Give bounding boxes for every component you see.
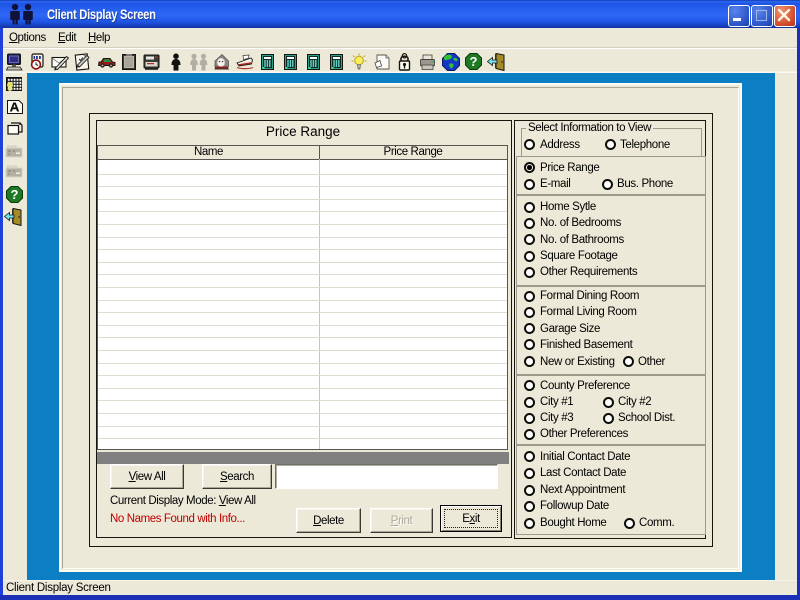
svg-text:?: ? [470,54,478,69]
svg-text:?: ? [11,187,19,202]
